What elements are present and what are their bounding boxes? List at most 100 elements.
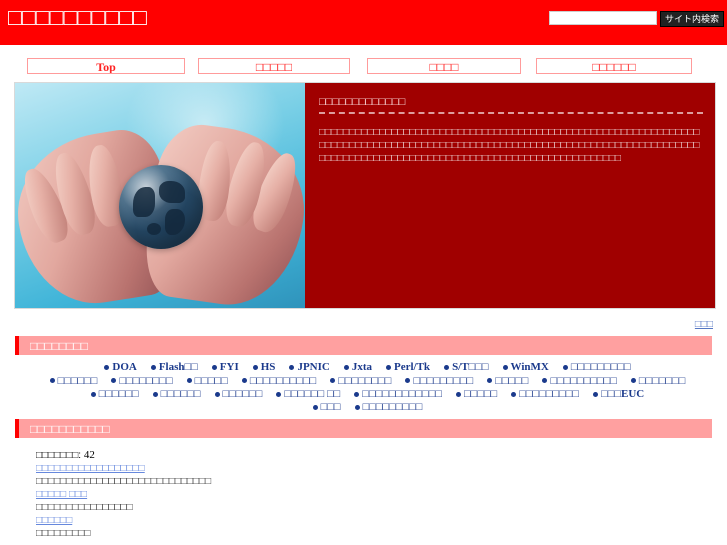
- keyword-label: HS: [260, 361, 276, 374]
- bullet-icon: [511, 391, 517, 397]
- keyword-link[interactable]: S/T□□□: [444, 361, 489, 374]
- keyword-link[interactable]: □□□□□□: [214, 387, 263, 400]
- bullet-icon: [330, 378, 336, 384]
- bullet-icon: [562, 365, 568, 371]
- bullet-icon: [211, 365, 217, 371]
- bullet-icon: [276, 391, 282, 397]
- bullet-icon: [289, 365, 295, 371]
- keyword-row: □□□□□□ □□□□□□ □□□□□□ □□□□□□ □□ □□□□□□□□□□□□ □…: [30, 387, 705, 400]
- keyword-link[interactable]: □□□□□: [487, 375, 528, 387]
- section-header-keywords: □□□□□□□□: [15, 336, 712, 355]
- section-header-news: □□□□□□□□□□□: [15, 419, 712, 438]
- keyword-link[interactable]: Jxta: [343, 361, 372, 373]
- keyword-label: □□□□□□□□□: [362, 401, 423, 413]
- keyword-link[interactable]: Flash□□: [150, 361, 198, 374]
- news-entry-description: □□□□□□□□□□□□□□□□□□□□□□□□□□□□□: [36, 476, 212, 487]
- bullet-icon: [354, 404, 360, 410]
- keyword-label: □□□□□□□□□: [519, 387, 580, 400]
- keyword-label: □□□: [320, 401, 341, 413]
- more-link[interactable]: □□□: [695, 319, 713, 330]
- continent-shape: [159, 181, 185, 203]
- bullet-icon: [343, 365, 349, 371]
- nav-item-top[interactable]: Top: [27, 58, 185, 74]
- keyword-link[interactable]: □□□□□: [456, 388, 497, 400]
- bullet-icon: [502, 365, 508, 371]
- section-title-keywords: □□□□□□□□: [30, 338, 88, 353]
- keyword-label: Flash□□: [158, 361, 198, 374]
- hero-panel-divider: [319, 112, 703, 114]
- bullet-icon: [241, 378, 247, 384]
- bullet-icon: [487, 378, 493, 384]
- more-row: □□□: [0, 316, 713, 330]
- bullet-icon: [49, 378, 55, 384]
- bullet-icon: [312, 404, 318, 410]
- keyword-label: □□□□□□ □□: [284, 387, 341, 400]
- nav-item-3[interactable]: □□□□: [367, 58, 521, 74]
- news-count: □□□□□□□: 42: [36, 449, 727, 462]
- bullet-icon: [630, 378, 636, 384]
- keyword-link[interactable]: □□□: [312, 401, 341, 413]
- keyword-link[interactable]: Perl/Tk: [386, 361, 430, 373]
- keyword-label: □□□□□□□□□□: [249, 374, 317, 387]
- bullet-icon: [354, 391, 360, 397]
- nav-item-2[interactable]: □□□□□: [198, 58, 350, 74]
- news-count-value: 42: [83, 449, 95, 461]
- keyword-link[interactable]: □□□□□□□□□□: [241, 374, 317, 387]
- keyword-label: □□□□□: [464, 387, 498, 400]
- hero-panel-body: □□□□□□□□□□□□□□□□□□□□□□□□□□□□□□□□□□□□□□□□…: [319, 127, 700, 164]
- keyword-link[interactable]: □□□□□□□: [630, 375, 685, 387]
- keyword-link[interactable]: □□□EUC: [593, 388, 644, 400]
- search-input[interactable]: [548, 11, 657, 25]
- keyword-label: □□□□□□□□□□□□: [362, 387, 443, 400]
- keyword-link[interactable]: □□□□□□□□□: [405, 375, 473, 387]
- keyword-link[interactable]: □□□□□□□□□□: [542, 374, 617, 387]
- keyword-label: □□□□□□: [98, 387, 139, 400]
- keyword-row: □□□ □□□□□□□□□: [30, 400, 705, 413]
- bullet-icon: [456, 391, 462, 397]
- keyword-cloud: DOA Flash□□ FYI HS JPNIC Jxta Perl/Tk S/T□□□ Win…: [30, 360, 705, 413]
- keyword-label: □□□□□□□□: [119, 374, 173, 387]
- bullet-icon: [252, 365, 258, 371]
- keyword-link[interactable]: DOA: [104, 361, 137, 373]
- keyword-link[interactable]: WinMX: [502, 361, 549, 373]
- keyword-label: □□□□□: [495, 374, 529, 387]
- news-entry-link[interactable]: □□□□□ □□□: [36, 488, 727, 501]
- news-entries: □□□□□□□□□□□□□□□□□□ □□□□□□□□□□□□□□□□□□□□□□…: [36, 462, 727, 540]
- site-header: □□□□□□□□□□ サイト内検索: [0, 0, 727, 45]
- keyword-link[interactable]: JPNIC: [289, 361, 330, 373]
- keyword-link[interactable]: □□□□□□ □□: [276, 388, 340, 400]
- keyword-link[interactable]: □□□□□□□□□□□□: [354, 388, 442, 400]
- keyword-label: □□□□□□□□□□: [550, 374, 617, 387]
- site-search-form: サイト内検索: [548, 11, 724, 27]
- keyword-label: S/T□□□: [452, 361, 489, 374]
- bullet-icon: [111, 378, 117, 384]
- bullet-icon: [152, 391, 158, 397]
- bullet-icon: [214, 391, 220, 397]
- keyword-link[interactable]: □□□□□: [186, 374, 228, 387]
- hero-banner: □□□□□□□□□□□□□ □□□□□□□□□□□□□□□□□□□□□□□□□□…: [15, 83, 715, 308]
- nav-item-4[interactable]: □□□□□□: [536, 58, 692, 74]
- keyword-label: □□□□□□: [57, 374, 98, 387]
- news-entry-link[interactable]: □□□□□□: [36, 514, 727, 527]
- keyword-label: □□□□□□: [222, 387, 263, 400]
- news-list: □□□□□□□: 42 □□□□□□□□□□□□□□□□□□ □□□□□□□□□□…: [36, 449, 727, 540]
- site-search-button[interactable]: サイト内検索: [659, 11, 724, 27]
- keyword-link[interactable]: □□□□□□: [152, 388, 201, 400]
- keyword-link[interactable]: □□□□□□□□□: [511, 388, 579, 400]
- keyword-link[interactable]: □□□□□□□□: [111, 374, 173, 387]
- keyword-link[interactable]: FYI: [211, 361, 239, 373]
- keyword-link[interactable]: □□□□□□□□: [330, 375, 391, 387]
- bullet-icon: [542, 378, 548, 384]
- keyword-link[interactable]: □□□□□□□□□: [354, 401, 423, 413]
- keyword-link[interactable]: □□□□□□: [90, 387, 139, 400]
- keyword-link[interactable]: □□□□□□□□□: [562, 361, 631, 373]
- news-entry-description: □□□□□□□□□□□□□□□□: [36, 502, 133, 513]
- news-entry-link[interactable]: □□□□□□□□□□□□□□□□□□: [36, 462, 727, 475]
- keyword-link[interactable]: □□□□□□: [49, 374, 98, 387]
- site-title: □□□□□□□□□□: [8, 4, 147, 30]
- hero-text-panel: □□□□□□□□□□□□□ □□□□□□□□□□□□□□□□□□□□□□□□□□…: [305, 83, 715, 308]
- keyword-link[interactable]: HS: [252, 361, 276, 374]
- keyword-label: □□□□□: [194, 374, 228, 387]
- hero-photo-globe-in-hands: [15, 83, 305, 308]
- continent-shape: [147, 223, 161, 235]
